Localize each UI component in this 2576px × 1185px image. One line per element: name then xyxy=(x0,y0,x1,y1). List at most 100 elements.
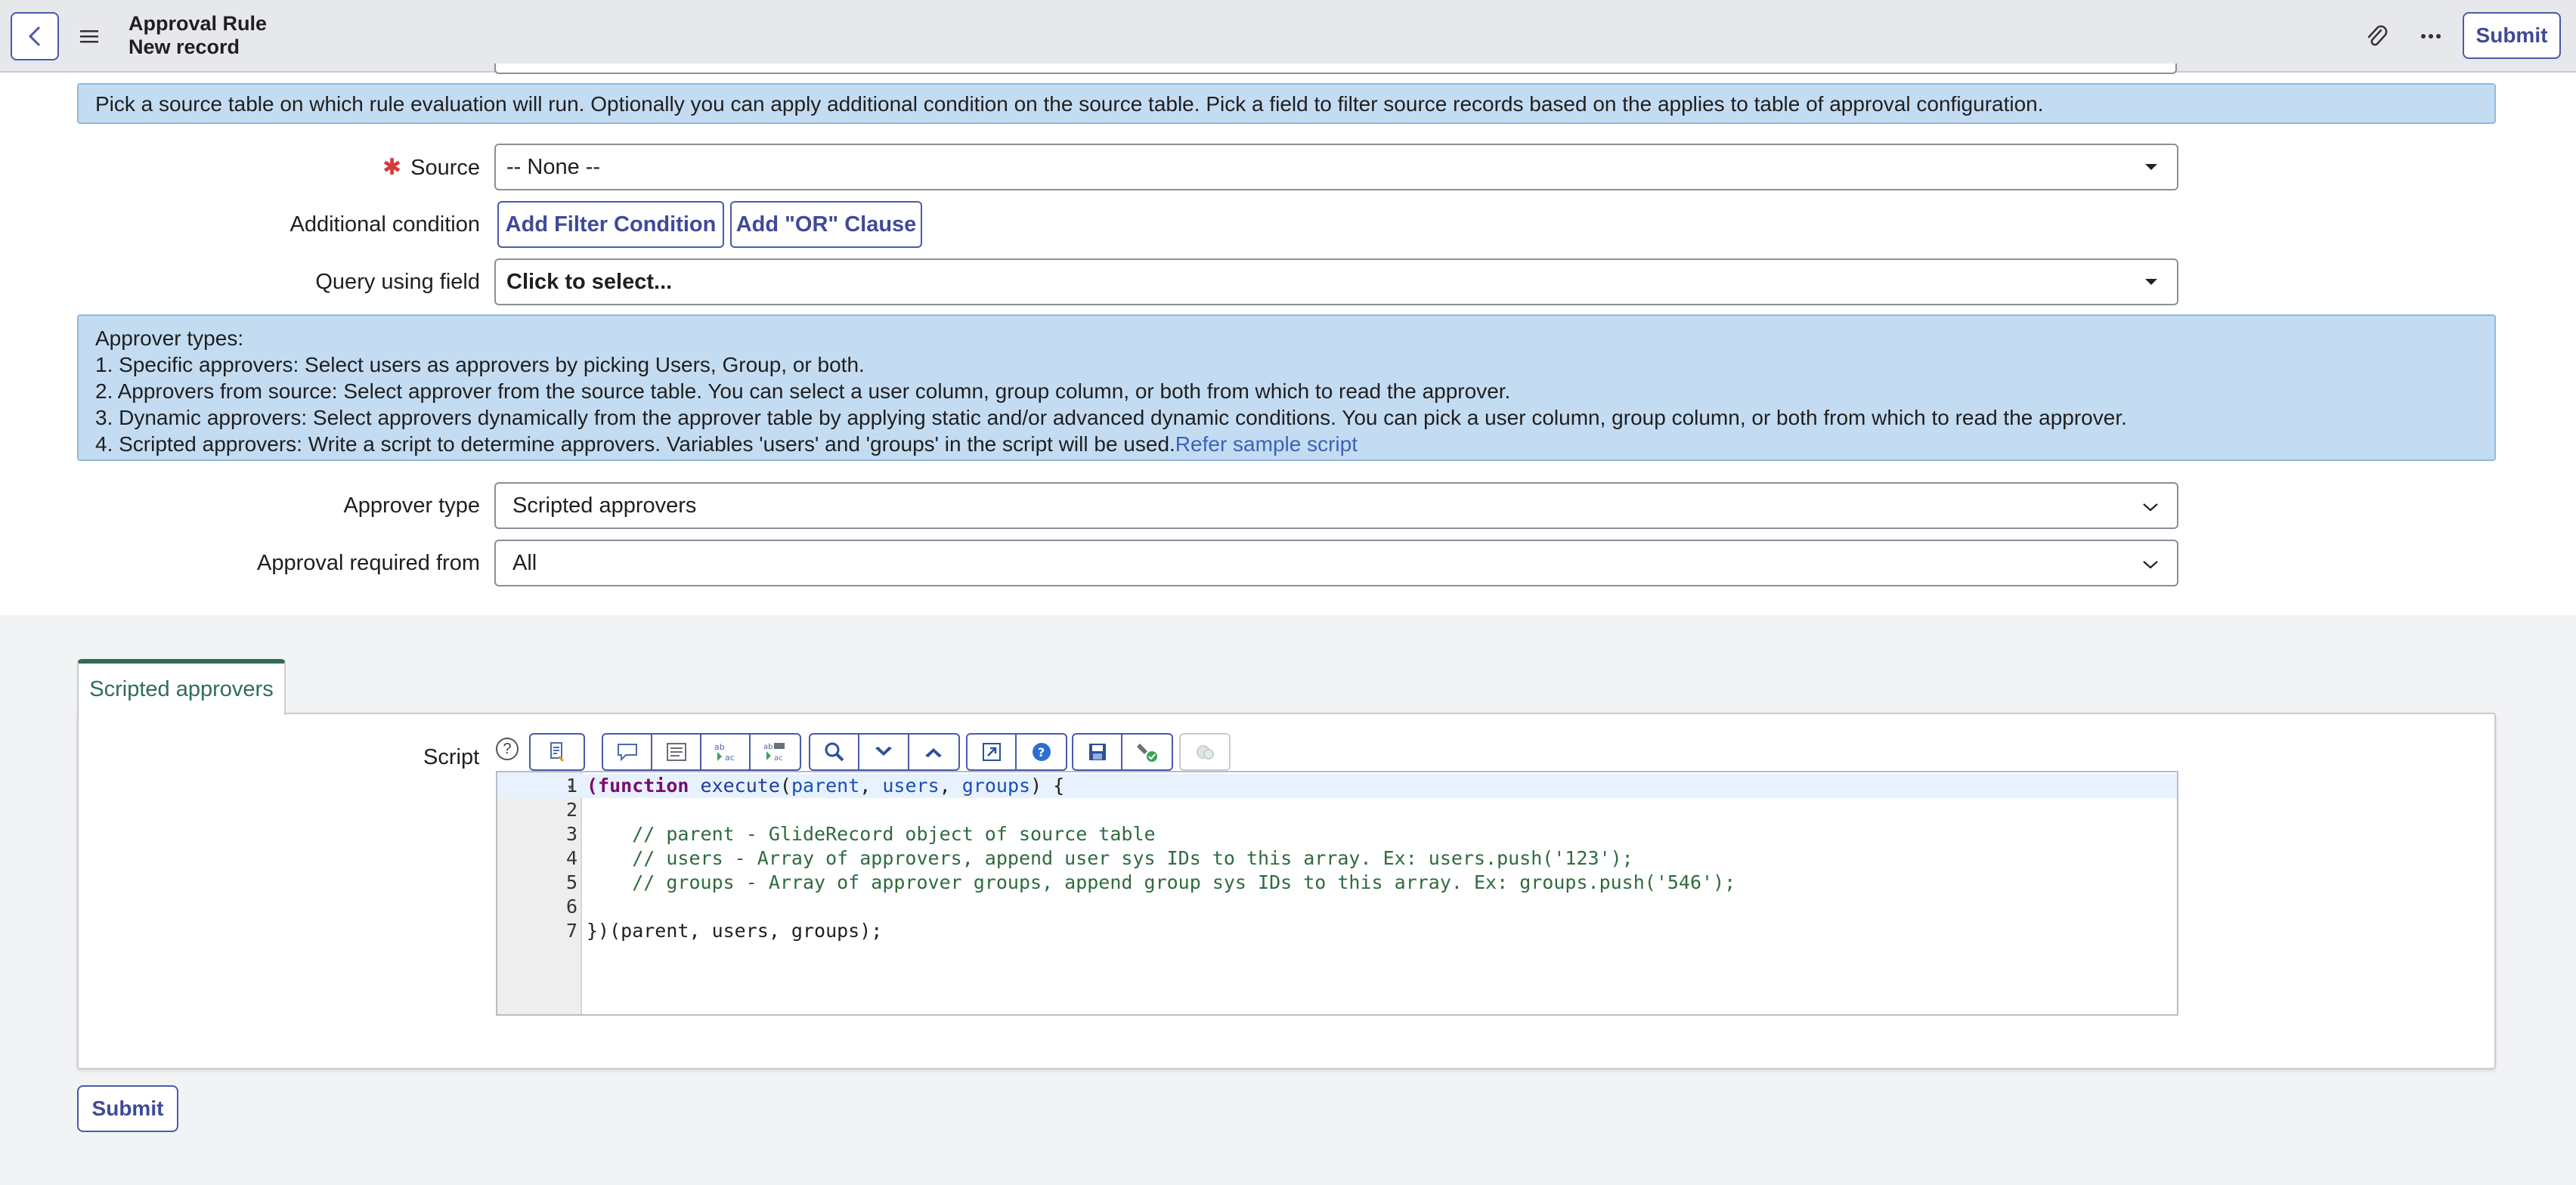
more-icon[interactable] xyxy=(2416,21,2446,51)
additional-condition-label: Additional condition xyxy=(289,212,480,237)
query-field-label: Query using field xyxy=(315,270,480,294)
comment-button[interactable] xyxy=(603,735,652,769)
editor-help-button[interactable]: ? xyxy=(1017,735,1066,769)
back-icon xyxy=(28,26,41,47)
line-number: 6 xyxy=(565,896,577,917)
code-line: 7 })(parent, users, groups); xyxy=(497,919,2177,943)
approver-type-value: Scripted approvers xyxy=(512,493,697,518)
approver-type-line-3: 3. Dynamic approvers: Select approvers d… xyxy=(95,406,2127,429)
source-label-text: Source xyxy=(410,156,480,180)
code-line: 5 // groups - Array of approver groups, … xyxy=(497,871,2177,895)
chevron-down-icon xyxy=(2143,561,2158,569)
replace-all-button[interactable]: ab ac xyxy=(751,735,800,769)
add-filter-condition-button[interactable]: Add Filter Condition xyxy=(497,201,724,248)
script-label: Script xyxy=(423,745,480,769)
script-debug-icon xyxy=(1136,744,1157,762)
chevron-down-icon xyxy=(2143,503,2158,512)
code-text: })(parent, users, groups); xyxy=(587,920,883,942)
code-line: 3 // parent - GlideRecord object of sour… xyxy=(497,822,2177,846)
record-type-label: Approval Rule xyxy=(128,12,268,35)
script-debug-button[interactable] xyxy=(1122,735,1172,769)
search-prev-icon xyxy=(925,748,943,757)
script-toolbar-edit-group: ab ac ab ac xyxy=(602,733,801,771)
tab-scripted-approvers[interactable]: Scripted approvers xyxy=(77,659,286,715)
approval-required-value: All xyxy=(512,550,537,575)
refer-sample-script-link[interactable]: Refer sample script xyxy=(1175,432,1358,456)
dropdown-caret-icon xyxy=(2145,279,2157,285)
scrolled-field-remnant xyxy=(494,63,2177,74)
svg-text:ab: ab xyxy=(714,742,725,752)
approver-type-line-4-wrap: 4. Scripted approvers: Write a script to… xyxy=(95,431,2478,457)
fullscreen-button[interactable] xyxy=(968,735,1017,769)
back-button[interactable] xyxy=(11,12,59,60)
script-toolbar-view-group: ? xyxy=(966,733,1067,771)
code-comment: // parent - GlideRecord object of source… xyxy=(587,823,1156,845)
svg-text:ac: ac xyxy=(725,753,735,763)
line-number: 5 xyxy=(565,871,577,893)
align-icon xyxy=(666,743,686,761)
menu-icon[interactable] xyxy=(76,23,103,50)
line-number: 3 xyxy=(565,823,577,845)
search-next-icon xyxy=(875,747,893,756)
add-or-clause-button[interactable]: Add "OR" Clause xyxy=(730,201,922,248)
format-code-button[interactable] xyxy=(531,735,584,769)
record-state-label: New record xyxy=(128,36,240,58)
code-text: (function execute(parent, users, groups)… xyxy=(587,775,1065,797)
script-help-icon[interactable]: ? xyxy=(496,738,519,760)
source-select[interactable]: -- None -- xyxy=(494,144,2178,190)
disabled-icon xyxy=(1197,745,1214,760)
search-next-button[interactable] xyxy=(859,735,909,769)
replace-icon: abac xyxy=(714,742,735,763)
source-value: -- None -- xyxy=(506,154,601,179)
search-prev-button[interactable] xyxy=(909,735,958,769)
code-line: 1 ▾ (function execute(parent, users, gro… xyxy=(497,774,2177,798)
code-line: 4 // users - Array of approvers, append … xyxy=(497,846,2177,871)
code-comment: // users - Array of approvers, append us… xyxy=(587,847,1633,869)
dropdown-caret-icon xyxy=(2145,164,2157,170)
approval-required-select[interactable]: All xyxy=(494,540,2178,586)
fold-arrow-icon[interactable]: ▾ xyxy=(567,775,573,800)
page-title: Approval Rule New record xyxy=(128,12,267,59)
code-comment: // groups - Array of approver groups, ap… xyxy=(587,871,1736,893)
script-toolbar-search-group xyxy=(809,733,960,771)
approver-types-info-banner: Approver types: 1. Specific approvers: S… xyxy=(77,314,2496,461)
format-icon xyxy=(550,742,565,763)
save-script-button[interactable] xyxy=(1073,735,1123,769)
query-field-select[interactable]: Click to select... xyxy=(494,258,2178,305)
form-header: Approval Rule New record Submit xyxy=(0,0,2576,73)
script-toolbar-disabled-group xyxy=(1179,733,1231,771)
approver-type-select[interactable]: Scripted approvers xyxy=(494,482,2178,529)
query-field-value: Click to select... xyxy=(506,269,673,294)
footer-submit-button[interactable]: Submit xyxy=(77,1085,178,1132)
align-button[interactable] xyxy=(652,735,701,769)
comment-icon xyxy=(617,744,637,762)
approver-types-heading: Approver types: xyxy=(95,326,244,350)
code-line: 6 xyxy=(497,895,2177,919)
approval-required-label: Approval required from xyxy=(257,551,480,575)
svg-text:?: ? xyxy=(1038,745,1045,760)
help-icon: ? xyxy=(1032,743,1051,761)
approver-type-line-4: 4. Scripted approvers: Write a script to… xyxy=(95,432,1175,456)
source-label: ✱ Source xyxy=(382,154,480,181)
svg-text:ac: ac xyxy=(774,754,783,763)
required-marker: ✱ xyxy=(382,155,402,180)
replace-all-icon: abac xyxy=(763,743,785,763)
search-button[interactable] xyxy=(810,735,860,769)
fullscreen-icon xyxy=(982,743,1001,761)
script-toolbar-format-group xyxy=(529,733,585,771)
approver-type-line-1: 1. Specific approvers: Select users as a… xyxy=(95,353,865,376)
line-number: 7 xyxy=(565,920,577,942)
save-icon xyxy=(1088,744,1106,760)
svg-text:ab: ab xyxy=(763,743,772,751)
header-submit-button[interactable]: Submit xyxy=(2463,12,2561,59)
code-line: 2 xyxy=(497,798,2177,822)
replace-button[interactable]: ab ac xyxy=(701,735,751,769)
script-toolbar-save-group xyxy=(1072,733,1173,771)
approver-type-line-2: 2. Approvers from source: Select approve… xyxy=(95,379,1511,403)
disabled-tool-button xyxy=(1181,735,1229,769)
approver-type-label: Approver type xyxy=(343,493,480,518)
line-number: 4 xyxy=(565,847,577,869)
attachment-icon[interactable] xyxy=(2361,21,2392,51)
script-code-editor[interactable]: 1 ▾ (function execute(parent, users, gro… xyxy=(496,771,2178,1016)
line-number: 2 xyxy=(565,799,577,821)
